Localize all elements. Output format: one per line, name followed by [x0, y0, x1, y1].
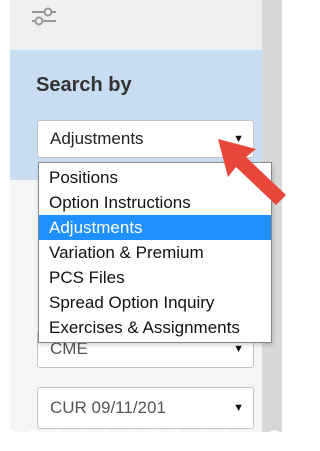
dropdown-option-pcs-files[interactable]: PCS Files: [39, 265, 271, 290]
dropdown-option-exercises-assignments[interactable]: Exercises & Assignments: [39, 315, 271, 340]
search-by-selected-value: Adjustments: [50, 129, 144, 148]
dropdown-option-adjustments[interactable]: Adjustments: [39, 215, 271, 240]
caret-down-icon: ▼: [233, 402, 244, 414]
sliders-filter-icon[interactable]: [30, 6, 58, 26]
date-select-value: CUR 09/11/201: [50, 398, 166, 417]
caret-down-icon: ▼: [233, 343, 244, 355]
dropdown-option-variation-premium[interactable]: Variation & Premium: [39, 240, 271, 265]
panel-toolbar: [10, 0, 282, 50]
search-by-heading: Search by: [36, 74, 132, 96]
torn-edge-decoration: [0, 428, 302, 451]
red-arrow-pointer-icon: [218, 139, 286, 205]
dropdown-option-spread-option-inquiry[interactable]: Spread Option Inquiry: [39, 290, 271, 315]
